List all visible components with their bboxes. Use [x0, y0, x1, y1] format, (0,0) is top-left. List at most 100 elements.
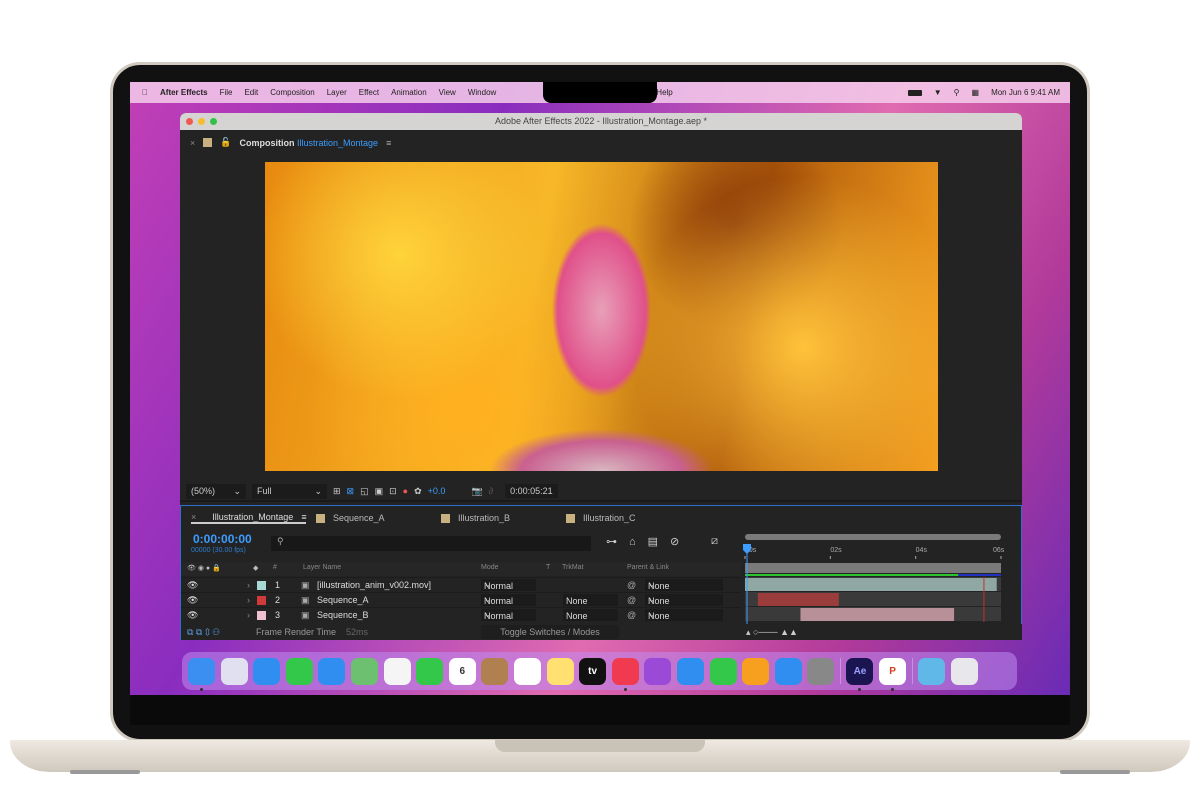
pick-whip-icon[interactable]: @: [627, 580, 636, 590]
menu-edit[interactable]: Edit: [244, 88, 258, 97]
zoom-button[interactable]: [210, 118, 217, 125]
dock-app-after-effects[interactable]: Ae: [846, 657, 874, 691]
layer-row[interactable]: 👁 › 3 ▣ Sequence_B Normal ⌄ None @ None …: [181, 607, 741, 622]
layer-row[interactable]: 👁 › 2 ▣ Sequence_A Normal ⌄ None @ None …: [181, 592, 741, 607]
current-time[interactable]: 0:00:00:00: [193, 532, 252, 546]
expand-chevron-icon[interactable]: ›: [247, 580, 250, 590]
channel-icon[interactable]: ●: [403, 486, 408, 496]
clock[interactable]: Mon Jun 6 9:41 AM: [991, 88, 1060, 97]
layer-row[interactable]: 👁 › 1 ▣ [illustration_anim_v002.mov] Nor…: [181, 577, 741, 592]
resolution-dropdown[interactable]: Full ⌄: [252, 483, 327, 499]
trkmat-dropdown[interactable]: None: [563, 594, 618, 606]
dock-app-system-preferences[interactable]: [807, 657, 835, 685]
ruler-tick-label[interactable]: 06s: [993, 547, 1005, 554]
layer-duration-bar[interactable]: [800, 608, 955, 621]
dock-app-trash[interactable]: [950, 657, 978, 685]
graph-editor-icon[interactable]: ⧄: [711, 535, 718, 548]
dock-app-tv[interactable]: tv: [579, 657, 607, 685]
pick-whip-icon[interactable]: @: [627, 610, 636, 620]
dock-app-keynote[interactable]: [676, 657, 704, 685]
dock-app-finder[interactable]: [188, 657, 215, 691]
mode-dropdown[interactable]: Normal ⌄: [481, 579, 536, 591]
label-color-swatch[interactable]: [257, 596, 266, 605]
layer-search-input[interactable]: ⚲: [271, 536, 591, 551]
show-snapshot-icon[interactable]: ∂: [489, 486, 493, 496]
ruler-tick-label[interactable]: 02s: [830, 547, 842, 554]
search-icon[interactable]: ⚲: [954, 88, 960, 97]
visibility-eye-icon[interactable]: 👁: [187, 595, 198, 606]
time-ruler[interactable]: 00s 02s 04s 06s: [743, 530, 1008, 630]
fast-previews-icon[interactable]: ⊞: [333, 486, 341, 497]
menu-app-name[interactable]: After Effects: [160, 88, 208, 97]
dock-app-downloads[interactable]: [918, 657, 946, 685]
dock-app-reminders[interactable]: [513, 657, 541, 685]
layer-duration-bar[interactable]: [745, 578, 997, 591]
label-color-swatch[interactable]: [257, 611, 266, 620]
toggle-switches-modes-button[interactable]: Toggle Switches / Modes: [481, 625, 619, 639]
menu-animation[interactable]: Animation: [391, 88, 427, 97]
pick-whip-icon[interactable]: @: [627, 595, 636, 605]
dock-app-photos[interactable]: [383, 657, 411, 685]
parent-dropdown[interactable]: None ⌄: [645, 609, 723, 621]
work-area-navigator[interactable]: [745, 534, 1001, 540]
menu-help[interactable]: Help: [656, 88, 672, 97]
expand-chevron-icon[interactable]: ›: [247, 610, 250, 620]
cache-indicator[interactable]: [745, 574, 959, 576]
mask-visibility-icon[interactable]: ◱: [360, 486, 369, 497]
menu-view[interactable]: View: [439, 88, 456, 97]
composition-name[interactable]: Illustration_Montage: [297, 138, 378, 148]
battery-icon[interactable]: [907, 89, 922, 96]
dock-app-launchpad[interactable]: [220, 657, 248, 685]
parent-dropdown[interactable]: None ⌄: [645, 579, 723, 591]
mode-dropdown[interactable]: Normal ⌄: [481, 609, 536, 621]
parent-dropdown[interactable]: None ⌄: [645, 594, 723, 606]
control-center-icon[interactable]: ▦: [972, 88, 980, 97]
dock-app-messages[interactable]: [285, 657, 313, 685]
dock-app-app-store[interactable]: [774, 657, 802, 685]
visibility-eye-icon[interactable]: 👁: [187, 610, 198, 621]
dock-app-powerpoint[interactable]: P: [879, 657, 907, 691]
minimize-button[interactable]: [198, 118, 205, 125]
work-area-bar[interactable]: [745, 563, 1001, 573]
close-icon[interactable]: ×: [190, 138, 195, 148]
menu-layer[interactable]: Layer: [327, 88, 347, 97]
tab-sequence-a[interactable]: Sequence_A: [316, 513, 431, 523]
menu-composition[interactable]: Composition: [270, 88, 314, 97]
dock-app-contacts[interactable]: [481, 657, 509, 685]
label-color-swatch[interactable]: [257, 581, 266, 590]
dock-app-calendar[interactable]: 6: [448, 657, 476, 685]
timeline-tool-icons[interactable]: ⊶⌂▤⊘: [606, 535, 691, 548]
magnification-dropdown[interactable]: (50%) ⌄: [186, 483, 246, 499]
expand-chevron-icon[interactable]: ›: [247, 595, 250, 605]
dock-app-music[interactable]: [611, 657, 639, 691]
reset-exposure-icon[interactable]: ✿: [414, 486, 422, 497]
menu-window[interactable]: Window: [468, 88, 496, 97]
wifi-icon[interactable]: ▼: [934, 88, 942, 97]
layer-duration-bar[interactable]: [757, 593, 839, 606]
header-layer-name[interactable]: Layer Name: [303, 564, 341, 571]
composition-viewer[interactable]: [180, 155, 1022, 482]
trkmat-dropdown[interactable]: None: [563, 609, 618, 621]
current-time-display[interactable]: 0:00:05:21: [505, 484, 558, 498]
grid-guides-icon[interactable]: ⊡: [389, 486, 397, 497]
tab-illustration-montage[interactable]: × Illustration_Montage ≡: [191, 512, 307, 524]
layer-name[interactable]: [illustration_anim_v002.mov]: [317, 580, 431, 590]
zoom-slider[interactable]: ▴ ○─── ▲▲: [746, 627, 798, 638]
ruler-tick-label[interactable]: 04s: [916, 547, 928, 554]
dock-app-numbers[interactable]: [709, 657, 737, 685]
uncached-indicator[interactable]: [958, 574, 1001, 576]
snapshot-icon[interactable]: 📷: [471, 486, 482, 497]
tab-illustration-c[interactable]: Illustration_C: [566, 513, 681, 523]
dock-app-facetime[interactable]: [416, 657, 444, 685]
dock-app-pages[interactable]: [742, 657, 770, 685]
tab-illustration-b[interactable]: Illustration_B: [441, 513, 556, 523]
close-button[interactable]: [186, 118, 193, 125]
dock-app-mail[interactable]: [318, 657, 346, 685]
panel-menu-icon[interactable]: ≡: [386, 138, 391, 148]
lock-icon[interactable]: 🔓: [220, 137, 231, 148]
dock-app-safari[interactable]: [253, 657, 281, 685]
footer-switch-icons[interactable]: ⧉ ⧉ ⇕ ⚇: [187, 627, 220, 638]
visibility-eye-icon[interactable]: 👁: [187, 580, 198, 591]
dock-app-maps[interactable]: [350, 657, 378, 685]
layer-name[interactable]: Sequence_B: [317, 610, 369, 620]
